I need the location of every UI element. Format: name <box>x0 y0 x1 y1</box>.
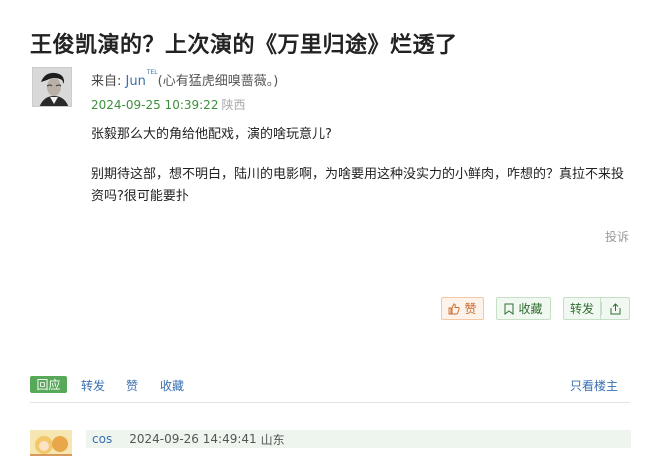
favorite-link[interactable]: 收藏 <box>160 377 184 394</box>
share-out-icon <box>610 302 620 314</box>
reply-location: 山东 <box>260 432 285 447</box>
post-paragraph: 张毅那么大的角给他配戏，演的啥玩意儿? <box>91 127 332 142</box>
post-author-line: 来自: JunTEL(心有猛虎细嗅蔷薇。) <box>91 69 279 89</box>
reply-timestamp: 2024-09-26 14:49:41 <box>129 432 257 446</box>
bookmark-icon <box>504 303 514 315</box>
thread-toolbar: 回应 转发 赞 收藏 只看楼主 <box>30 376 630 394</box>
author-link[interactable]: Jun <box>126 74 146 89</box>
like-button-label: 赞 <box>464 302 477 316</box>
reply-button[interactable]: 回应 <box>30 376 67 393</box>
divider <box>30 402 630 403</box>
thumbs-up-icon <box>449 303 461 314</box>
reply-avatar-image <box>30 430 72 456</box>
author-avatar-image <box>33 68 71 106</box>
post-location: 陕西 <box>221 98 246 112</box>
reply-author-avatar[interactable] <box>30 430 72 456</box>
favorite-button[interactable]: 收藏 <box>496 297 551 320</box>
thread-title: 王俊凯演的？上次演的《万里归途》烂透了 <box>30 33 458 58</box>
repost-link[interactable]: 转发 <box>81 377 105 394</box>
post-meta: 2024-09-25 10:39:22 陕西 <box>91 96 245 113</box>
author-avatar[interactable] <box>32 67 72 107</box>
share-button-label: 转发 <box>569 302 594 316</box>
owner-only-link[interactable]: 只看楼主 <box>570 377 618 394</box>
author-badge: TEL <box>146 69 158 76</box>
post-timestamp: 2024-09-25 10:39:22 <box>91 98 219 112</box>
like-link[interactable]: 赞 <box>126 377 138 394</box>
from-label: 来自: <box>91 74 126 89</box>
favorite-button-label: 收藏 <box>518 302 543 316</box>
post-paragraph: 别期待这部，想不明白，陆川的电影啊，为啥要用这种没实力的小鲜肉，咋想的？真拉不来… <box>91 167 625 204</box>
author-signature: (心有猛虎细嗅蔷薇。) <box>157 74 279 89</box>
share-button[interactable]: 转发 <box>563 297 600 320</box>
like-button[interactable]: 赞 <box>441 297 484 320</box>
share-external-button[interactable] <box>600 297 630 320</box>
reply-author-link[interactable]: cos <box>92 432 112 446</box>
reply-meta-bar: cos 2024-09-26 14:49:41 山东 <box>86 430 631 448</box>
report-link[interactable]: 投诉 <box>605 228 629 245</box>
post-content: 张毅那么大的角给他配戏，演的啥玩意儿? 别期待这部，想不明白，陆川的电影啊，为啥… <box>91 124 631 208</box>
